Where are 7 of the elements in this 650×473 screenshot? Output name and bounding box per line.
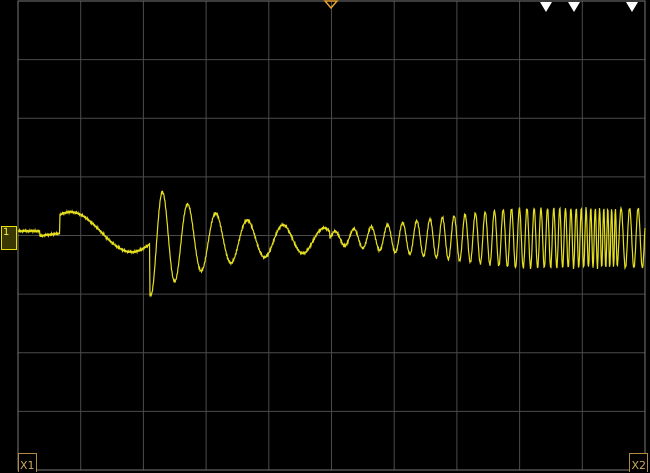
triangle-marker-icon: [568, 2, 580, 12]
triangle-marker-icon: [626, 2, 638, 12]
triangle-marker-icon: [540, 2, 552, 12]
cursor-label[interactable]: X1: [18, 453, 37, 472]
cursor-label[interactable]: X2: [629, 453, 648, 472]
trigger-position-icon: [323, 0, 339, 10]
channel-marker[interactable]: 1: [1, 226, 17, 250]
